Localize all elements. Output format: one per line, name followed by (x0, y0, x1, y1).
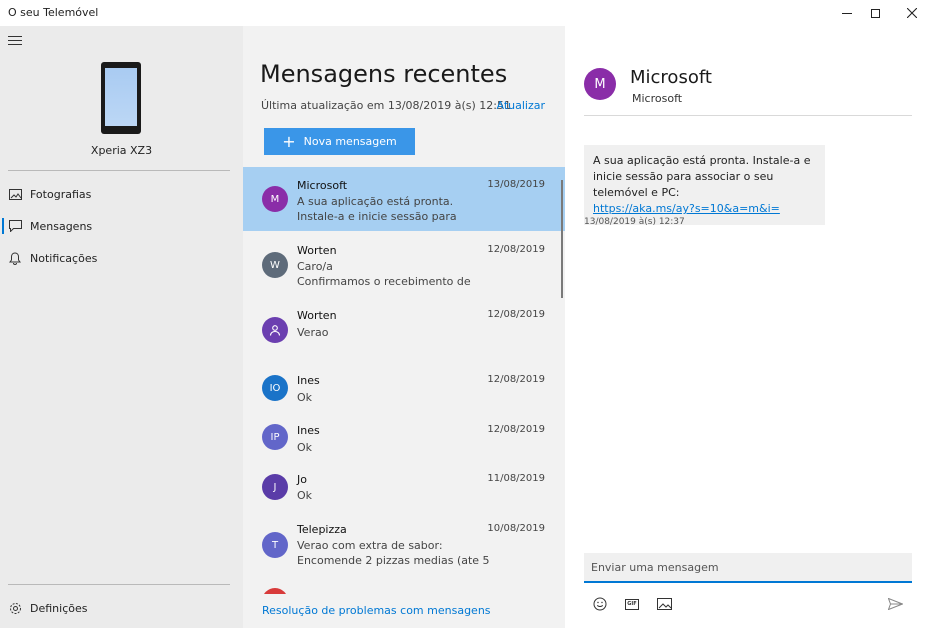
sidebar-item-messages[interactable]: Mensagens (0, 213, 243, 239)
conversation-date: 13/08/2019 (487, 179, 545, 190)
close-icon (907, 8, 917, 18)
emoji-button[interactable] (591, 596, 609, 612)
list-scrollbar[interactable] (561, 180, 563, 298)
conversation-pane: M Microsoft Microsoft A sua aplicação es… (565, 26, 931, 628)
photos-icon (8, 187, 22, 201)
conversation-name: Worten (297, 309, 337, 322)
conversation-date: 11/08/2019 (487, 473, 545, 484)
new-message-button[interactable]: + Nova mensagem (264, 128, 415, 155)
image-icon (656, 598, 672, 610)
sidebar-item-label: Definições (30, 601, 88, 615)
hamburger-menu-icon[interactable] (8, 36, 22, 46)
conversation-name: Ines (297, 424, 320, 437)
avatar: T (262, 532, 288, 558)
conversation-date: 12/08/2019 (487, 309, 545, 320)
phone-image (101, 62, 141, 134)
message-link[interactable]: https://aka.ms/ay?s=10&a=m&i= (593, 202, 780, 215)
emoji-icon (593, 597, 607, 611)
header-divider (584, 115, 912, 116)
page-title: Mensagens recentes (260, 60, 508, 88)
title-bar: O seu Telemóvel (0, 0, 931, 26)
avatar: IP (262, 424, 288, 450)
avatar: J (262, 474, 288, 500)
refresh-link[interactable]: Atualizar (496, 99, 545, 112)
avatar: M (262, 186, 288, 212)
conversation-date: 12/08/2019 (487, 244, 545, 255)
conversation-name: Jo (297, 473, 307, 486)
conversation-item[interactable]: Worten 12/08/2019 Verao (243, 297, 565, 361)
sidebar-item-photos[interactable]: Fotografias (0, 181, 243, 207)
sidebar-item-label: Notificações (30, 251, 98, 265)
plus-icon: + (282, 131, 296, 151)
conversation-name: Microsoft (297, 179, 348, 192)
conversation-date: 10/08/2019 (487, 523, 545, 534)
conversation-snippet: Ok (297, 391, 313, 404)
sidebar: Xperia XZ3 Fotografias Mensagens Notific… (0, 26, 243, 628)
conversation-name: Ines (297, 374, 320, 387)
gear-icon (8, 601, 22, 615)
conversation-item[interactable]: T Telepizza 10/08/2019 Verao com extra d… (243, 511, 565, 581)
gif-button[interactable]: GIF (623, 596, 641, 612)
contact-avatar: M (584, 68, 616, 100)
send-icon (887, 598, 903, 610)
image-button[interactable] (655, 596, 673, 612)
message-bubble: A sua aplicação está pronta. Instale-a e… (584, 145, 825, 225)
close-button[interactable] (895, 0, 929, 26)
compose-box[interactable] (584, 553, 912, 583)
conversation-name: Worten (297, 244, 337, 257)
messages-icon (8, 219, 22, 233)
conversation-date: 12/08/2019 (487, 424, 545, 435)
avatar: IO (262, 375, 288, 401)
maximize-button[interactable] (858, 0, 892, 26)
sidebar-divider (8, 584, 230, 585)
sidebar-item-settings[interactable]: Definições (0, 595, 243, 621)
message-list-pane: Mensagens recentes Última atualização em… (243, 26, 565, 628)
bell-icon (8, 251, 22, 265)
gif-icon: GIF (625, 598, 639, 610)
conversation-item-partial[interactable] (243, 586, 565, 594)
avatar: W (262, 252, 288, 278)
conversation-snippet: A sua aplicação está pronta. Instale-a e… (297, 195, 457, 223)
conversation-name: Telepizza (297, 523, 347, 536)
sidebar-divider (8, 170, 230, 171)
send-button[interactable] (886, 596, 904, 612)
troubleshoot-link[interactable]: Resolução de problemas com mensagens (262, 604, 491, 617)
message-text: A sua aplicação está pronta. Instale-a e… (593, 154, 811, 199)
sidebar-item-label: Fotografias (30, 187, 92, 201)
maximize-icon (870, 8, 880, 18)
conversation-snippet: Caro/a Confirmamos o recebimento de paga… (297, 260, 471, 288)
person-icon (269, 325, 281, 336)
conversation-snippet: Verao (297, 326, 329, 339)
message-input[interactable] (584, 553, 912, 581)
conversation-snippet: Verao com extra de sabor: Encomende 2 pi… (297, 539, 490, 567)
conversation-item[interactable]: M Microsoft 13/08/2019 A sua aplicação e… (243, 167, 565, 231)
message-timestamp: 13/08/2019 à(s) 12:37 (584, 217, 685, 227)
contact-subtitle: Microsoft (632, 92, 683, 105)
conversation-date: 12/08/2019 (487, 374, 545, 385)
conversation-snippet: Ok (297, 441, 313, 454)
conversation-snippet: Ok (297, 489, 313, 502)
device-name: Xperia XZ3 (90, 144, 153, 157)
new-message-label: Nova mensagem (303, 135, 397, 148)
sidebar-item-notifications[interactable]: Notificações (0, 245, 243, 271)
sidebar-item-label: Mensagens (30, 219, 93, 233)
minimize-icon (842, 12, 852, 14)
avatar (262, 317, 288, 343)
conversation-item[interactable]: W Worten 12/08/2019 Caro/a Confirmamos o… (243, 232, 565, 296)
contact-name: Microsoft (630, 67, 712, 88)
window-title: O seu Telemóvel (8, 6, 99, 19)
last-update-text: Última atualização em 13/08/2019 à(s) 12… (261, 99, 511, 112)
